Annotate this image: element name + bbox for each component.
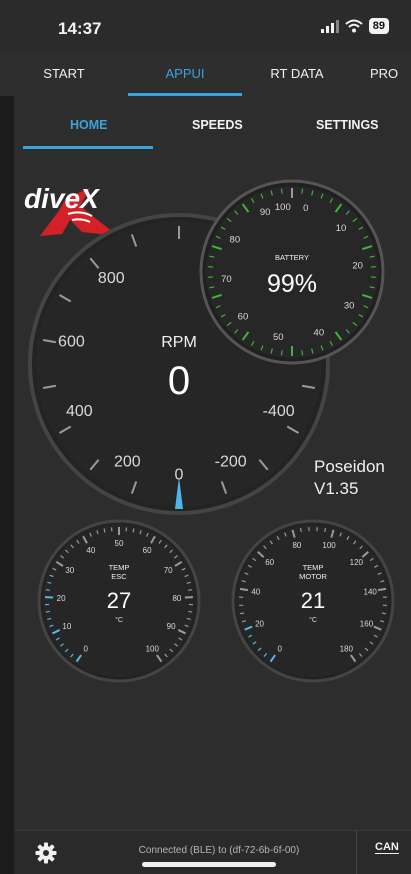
motor-temp-gauge: 0 20 40 60 80 100 120 140 160 180 TEMP MOTOR 21 °…	[230, 518, 396, 684]
motor-scale-label: 160	[360, 619, 374, 628]
motor-scale-label: 80	[292, 541, 301, 550]
battery-scale-label: 40	[314, 328, 325, 339]
esc-tick	[46, 590, 50, 591]
top-tab-bar: START APPUI RT DATA PRO	[0, 52, 411, 96]
battery-value: 99%	[267, 270, 317, 298]
esc-label-1: TEMP	[109, 563, 130, 572]
status-bar: 14:37 89	[0, 0, 411, 52]
tab-rt-data[interactable]: RT DATA	[242, 52, 352, 96]
esc-scale-label: 70	[164, 566, 173, 575]
battery-scale-label: 100	[275, 202, 291, 213]
motor-scale-label: 120	[350, 558, 364, 567]
battery-scale-label: 60	[238, 311, 249, 322]
tab-start[interactable]: START	[0, 52, 128, 96]
motor-scale-label: 0	[278, 644, 283, 653]
home-indicator[interactable]	[142, 862, 276, 867]
battery-scale-label: 30	[344, 300, 355, 311]
battery-scale-label: 50	[273, 332, 284, 343]
motor-scale-label: 180	[340, 644, 354, 653]
esc-tick	[188, 590, 192, 591]
battery-label: BATTERY	[275, 253, 309, 262]
esc-tick	[188, 611, 192, 612]
can-button[interactable]: CAN	[356, 831, 411, 874]
esc-scale-label: 20	[57, 594, 66, 603]
battery-gauge: 100 0 10 20 30 40 50 60 70 80 90 BATTERY 99%	[198, 178, 386, 366]
esc-temp-gauge: 0 10 20 30 40 50 60 70 80 90 100 TEMP ESC 27 °C	[36, 518, 202, 684]
esc-scale-label: 60	[143, 546, 152, 555]
esc-tick	[133, 529, 134, 533]
rpm-scale-label: -400	[263, 403, 295, 420]
motor-tick	[378, 589, 386, 590]
esc-scale-label: 80	[172, 594, 181, 603]
firmware-version: V1.35	[314, 478, 385, 500]
connection-status: Connected (BLE) to (df-72-6b-6f-00)	[84, 845, 354, 856]
status-icons: 89	[321, 18, 389, 34]
tab-pro[interactable]: PRO	[370, 52, 411, 96]
motor-value: 21	[301, 588, 325, 613]
esc-scale-label: 10	[62, 622, 71, 631]
bottom-bar: Connected (BLE) to (df-72-6b-6f-00) CAN	[14, 830, 411, 874]
esc-scale-label: 0	[84, 644, 89, 653]
esc-label-2: ESC	[111, 572, 127, 581]
motor-tick	[325, 528, 326, 532]
battery-scale-label: 70	[221, 274, 232, 285]
battery-scale-label: 80	[230, 234, 241, 245]
battery-tick	[281, 350, 282, 355]
battery-scale-label: 90	[260, 207, 271, 218]
can-label: CAN	[375, 841, 399, 854]
battery-tick	[281, 189, 282, 194]
rpm-scale-label: -200	[215, 454, 247, 471]
motor-scale-label: 60	[265, 558, 274, 567]
tab-appui[interactable]: APPUI	[128, 52, 242, 96]
esc-value: 27	[107, 588, 131, 613]
motor-label-1: TEMP	[303, 563, 324, 572]
battery-scale-label: 10	[336, 223, 347, 234]
gear-icon[interactable]	[34, 841, 58, 865]
motor-scale-label: 140	[364, 587, 378, 596]
esc-tick	[46, 611, 50, 612]
motor-label-2: MOTOR	[299, 572, 327, 581]
clock: 14:37	[58, 19, 101, 39]
rpm-scale-label: 200	[114, 454, 141, 471]
motor-tick	[301, 528, 302, 532]
motor-tick	[240, 589, 248, 590]
battery-indicator: 89	[369, 18, 389, 34]
esc-scale-label: 50	[115, 539, 124, 548]
subtab-home[interactable]: HOME	[70, 118, 108, 132]
battery-tick	[302, 350, 303, 355]
subtab-settings[interactable]: SETTINGS	[316, 118, 379, 132]
wifi-icon	[345, 19, 363, 33]
rpm-scale-label: 400	[66, 403, 93, 420]
subtab-speeds[interactable]: SPEEDS	[192, 118, 243, 132]
motor-scale-label: 40	[251, 587, 260, 596]
device-name: Poseidon	[314, 456, 385, 478]
battery-scale-label: 20	[352, 260, 363, 271]
motor-scale-label: 20	[255, 619, 264, 628]
esc-scale-label: 30	[65, 566, 74, 575]
motor-tick	[240, 613, 244, 614]
esc-scale-label: 100	[146, 644, 160, 653]
esc-unit: °C	[115, 616, 123, 624]
rpm-label: RPM	[161, 334, 197, 351]
battery-scale-label: 0	[303, 203, 308, 214]
device-info: Poseidon V1.35	[314, 456, 385, 500]
esc-scale-label: 90	[167, 622, 176, 631]
battery-tick	[302, 189, 303, 194]
signal-icon	[321, 20, 339, 33]
esc-tick	[104, 529, 105, 533]
rpm-scale-label: 600	[58, 334, 85, 351]
rpm-value: 0	[168, 359, 190, 403]
motor-unit: °C	[309, 616, 317, 624]
esc-scale-label: 40	[86, 546, 95, 555]
motor-tick	[382, 613, 386, 614]
active-subtab-indicator	[23, 146, 153, 149]
rpm-scale-label: 800	[98, 270, 125, 287]
main-content: HOME SPEEDS SETTINGS diveX 1000800600400…	[14, 96, 411, 834]
motor-scale-label: 100	[322, 541, 336, 550]
